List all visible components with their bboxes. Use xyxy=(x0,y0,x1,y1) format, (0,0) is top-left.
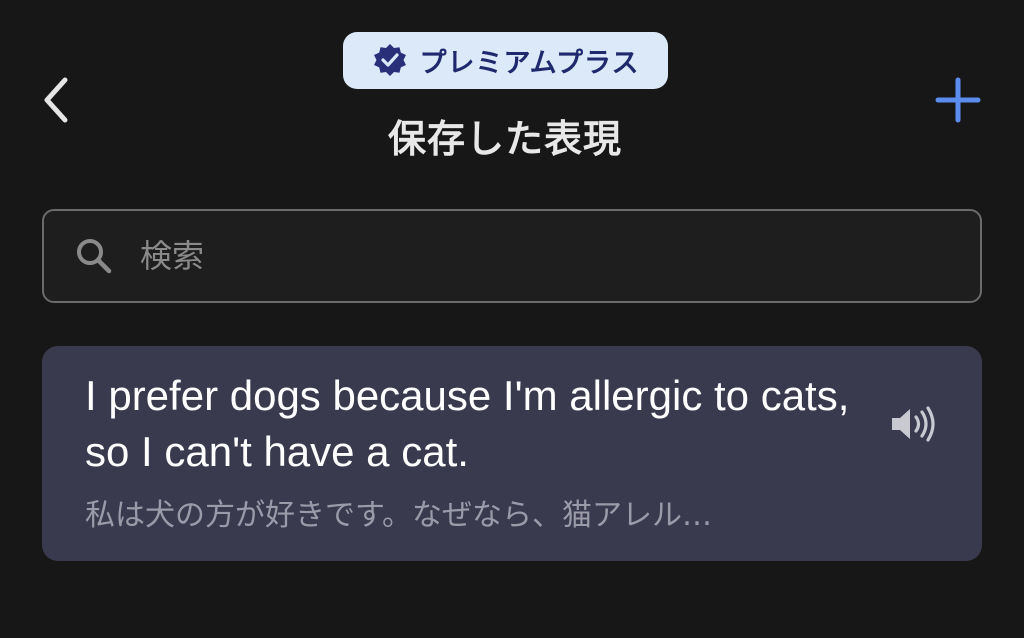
play-audio-button[interactable] xyxy=(884,402,944,446)
badge-label: プレミアムプラス xyxy=(419,48,640,79)
page-title: 保存した表現 xyxy=(387,117,622,161)
premium-plus-badge: プレミアムプラス xyxy=(343,32,668,89)
speaker-icon xyxy=(892,406,935,442)
phrase-japanese: 私は犬の方が好きです。なぜなら、猫アレル… xyxy=(85,498,712,533)
search-bar[interactable] xyxy=(42,209,982,303)
search-icon xyxy=(74,236,114,276)
verified-badge-icon xyxy=(373,43,406,76)
search-input[interactable] xyxy=(138,236,960,276)
phrase-english: I prefer dogs because I'm allergic to ca… xyxy=(85,372,850,475)
phrase-card[interactable]: I prefer dogs because I'm allergic to ca… xyxy=(42,346,982,561)
